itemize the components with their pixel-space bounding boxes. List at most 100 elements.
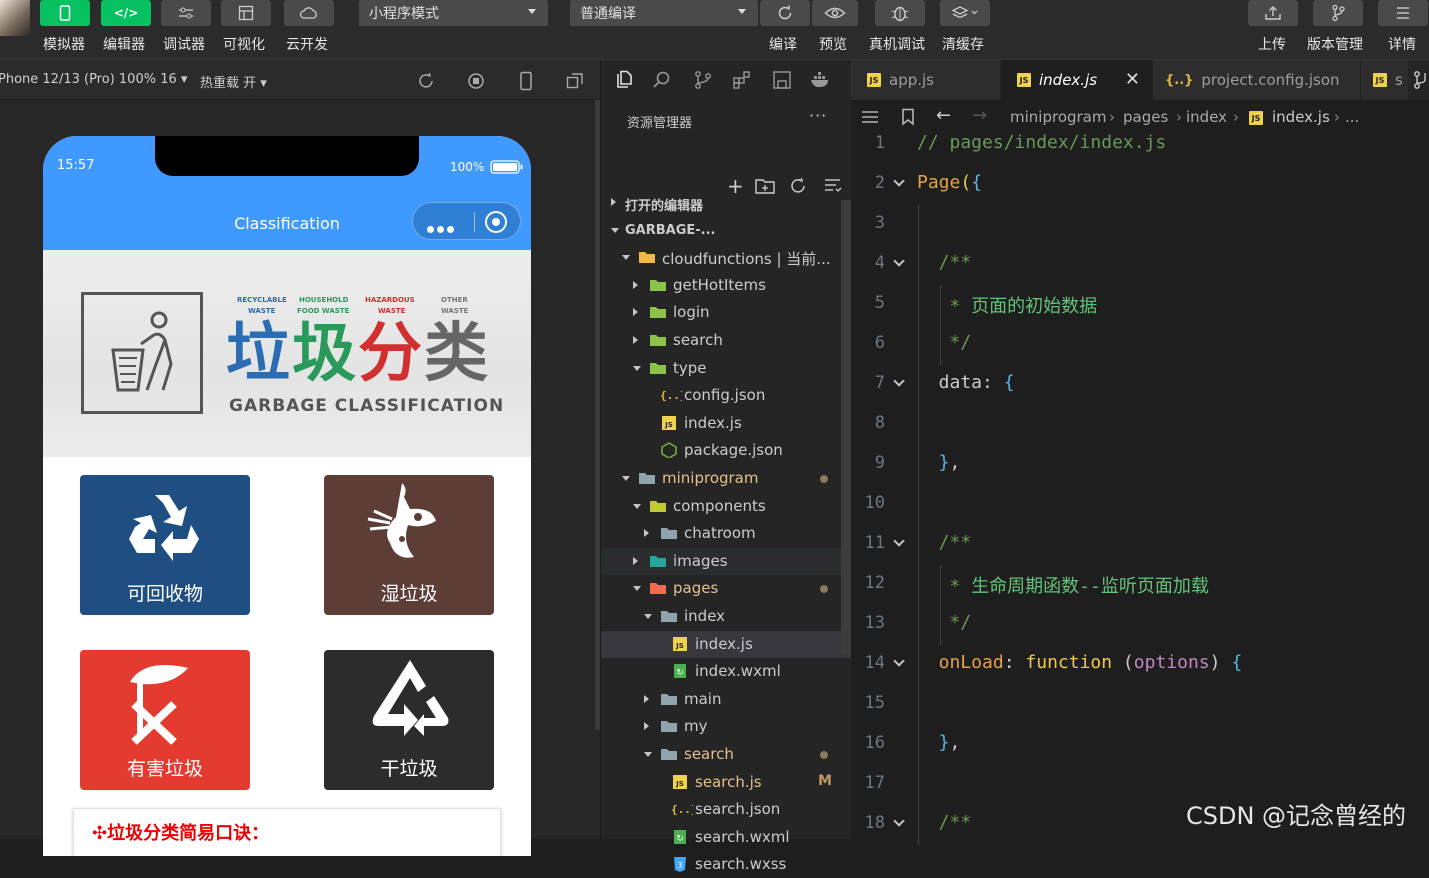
- breadcrumb-item[interactable]: index.js: [1272, 108, 1330, 126]
- search-icon[interactable]: [652, 70, 672, 90]
- clear-cache-button[interactable]: [940, 0, 990, 26]
- forward-icon[interactable]: →: [972, 105, 987, 126]
- hot-reload-toggle[interactable]: 热重载 开 ▾: [200, 72, 267, 91]
- chevron-down-icon[interactable]: [633, 586, 641, 592]
- avatar[interactable]: [0, 0, 30, 36]
- new-folder-icon[interactable]: [755, 178, 775, 194]
- code-line[interactable]: 4 /**: [851, 245, 1429, 285]
- upload-button[interactable]: [1248, 0, 1298, 26]
- fold-chevron-icon[interactable]: [893, 375, 905, 387]
- tree-item[interactable]: JS index.js: [601, 410, 852, 437]
- tree-item[interactable]: search: [601, 327, 852, 354]
- split-editor-icon[interactable]: [1412, 70, 1429, 90]
- chevron-right-icon[interactable]: [633, 556, 638, 565]
- tree-item[interactable]: images: [601, 547, 852, 575]
- details-button[interactable]: [1378, 0, 1428, 26]
- chevron-right-icon[interactable]: [644, 722, 649, 731]
- tree-item[interactable]: {..}search.json: [601, 796, 852, 823]
- more-icon[interactable]: [427, 218, 457, 237]
- tree-item[interactable]: JS search.js M: [601, 769, 852, 796]
- chevron-down-icon[interactable]: [633, 365, 641, 371]
- tree-item[interactable]: chatroom: [601, 520, 852, 547]
- files-icon[interactable]: [613, 70, 633, 90]
- tree-item[interactable]: ↻ index.wxml: [601, 658, 852, 685]
- tree-item[interactable]: getHotItems: [601, 272, 852, 299]
- back-icon[interactable]: ←: [936, 105, 951, 126]
- tab-search-js[interactable]: JS s: [1361, 60, 1409, 100]
- close-miniprogram-icon[interactable]: [485, 211, 507, 233]
- tree-item[interactable]: index: [601, 603, 852, 630]
- chevron-right-icon[interactable]: [633, 280, 638, 289]
- code-line[interactable]: 13 */: [851, 605, 1429, 645]
- editor-toggle-button[interactable]: </>: [101, 0, 151, 26]
- tree-item[interactable]: components: [601, 493, 852, 520]
- tree-item[interactable]: login: [601, 299, 852, 326]
- compile-button[interactable]: [760, 0, 810, 26]
- version-button[interactable]: [1313, 0, 1363, 26]
- tree-item[interactable]: miniprogram: [601, 465, 852, 492]
- chevron-right-icon[interactable]: [611, 198, 616, 206]
- fold-chevron-icon[interactable]: [893, 655, 905, 667]
- list-icon[interactable]: [861, 110, 879, 124]
- chevron-right-icon[interactable]: [633, 336, 638, 344]
- more-actions-icon[interactable]: ···: [809, 106, 827, 125]
- new-file-icon[interactable]: +: [727, 174, 744, 198]
- tree-item[interactable]: GARBAGE-...: [601, 217, 852, 244]
- tree-item[interactable]: type: [601, 355, 852, 382]
- chevron-down-icon[interactable]: [633, 503, 641, 509]
- code-line[interactable]: 8: [851, 405, 1429, 445]
- fold-chevron-icon[interactable]: [893, 255, 905, 267]
- code-line[interactable]: 15: [851, 685, 1429, 725]
- tree-item[interactable]: my: [601, 713, 852, 740]
- chevron-right-icon[interactable]: [644, 529, 649, 538]
- category-recyclable[interactable]: 可回收物: [80, 475, 250, 615]
- tree-item[interactable]: package.json: [601, 437, 852, 464]
- code-line[interactable]: 11 /**: [851, 525, 1429, 565]
- code-line[interactable]: 2 Page({: [851, 165, 1429, 205]
- tree-item[interactable]: search: [601, 741, 852, 768]
- code-line[interactable]: 14 onLoad: function (options) {: [851, 645, 1429, 685]
- chevron-right-icon[interactable]: [633, 308, 638, 317]
- device-icon[interactable]: [519, 71, 533, 91]
- code-line[interactable]: 7 data: {: [851, 365, 1429, 405]
- breadcrumb-item[interactable]: index: [1186, 108, 1227, 126]
- refresh-icon[interactable]: [789, 177, 807, 195]
- code-line[interactable]: 10: [851, 485, 1429, 525]
- tree-item[interactable]: {..}config.json: [601, 382, 852, 409]
- cloud-toggle-button[interactable]: [284, 0, 334, 26]
- device-debug-button[interactable]: [875, 0, 925, 26]
- code-line[interactable]: 9 },: [851, 445, 1429, 485]
- chevron-down-icon[interactable]: [644, 614, 652, 619]
- code-line[interactable]: 3: [851, 205, 1429, 245]
- category-wet[interactable]: 湿垃圾: [324, 475, 494, 615]
- compile-mode-select[interactable]: 普通编译: [570, 0, 758, 26]
- stop-icon[interactable]: [467, 72, 485, 90]
- chevron-down-icon[interactable]: [622, 476, 630, 481]
- device-select[interactable]: Phone 12/13 (Pro) 100% 16 ▾: [0, 72, 187, 87]
- fold-chevron-icon[interactable]: [893, 815, 905, 827]
- extensions-icon[interactable]: [732, 70, 752, 90]
- tree-item[interactable]: pages: [601, 575, 852, 602]
- mode-select[interactable]: 小程序模式: [359, 0, 548, 26]
- breadcrumb-item[interactable]: miniprogram: [1010, 108, 1106, 126]
- tree-item[interactable]: JS index.js: [601, 630, 852, 658]
- tab-project-config[interactable]: {..} project.config.json: [1153, 60, 1361, 100]
- chevron-down-icon[interactable]: [644, 752, 652, 757]
- explorer-scrollbar[interactable]: [841, 200, 851, 655]
- docker-icon[interactable]: [810, 70, 832, 90]
- simulator-toggle-button[interactable]: [40, 0, 90, 26]
- detach-window-icon[interactable]: [566, 72, 584, 90]
- debugger-toggle-button[interactable]: [161, 0, 211, 26]
- code-line[interactable]: 6 */: [851, 325, 1429, 365]
- tab-app-js[interactable]: JS app.js: [851, 60, 1001, 100]
- code-line[interactable]: 16 },: [851, 725, 1429, 765]
- breadcrumb-item[interactable]: ...: [1345, 108, 1359, 126]
- tab-index-js[interactable]: JS index.js ✕: [1001, 60, 1153, 100]
- fold-chevron-icon[interactable]: [893, 175, 905, 187]
- tree-item[interactable]: main: [601, 686, 852, 713]
- preview-button[interactable]: [812, 0, 858, 26]
- category-hazardous[interactable]: 有害垃圾: [80, 650, 250, 790]
- category-dry[interactable]: 干垃圾: [324, 650, 494, 790]
- visual-toggle-button[interactable]: [221, 0, 271, 26]
- tree-item[interactable]: 3 search.wxss: [601, 851, 852, 878]
